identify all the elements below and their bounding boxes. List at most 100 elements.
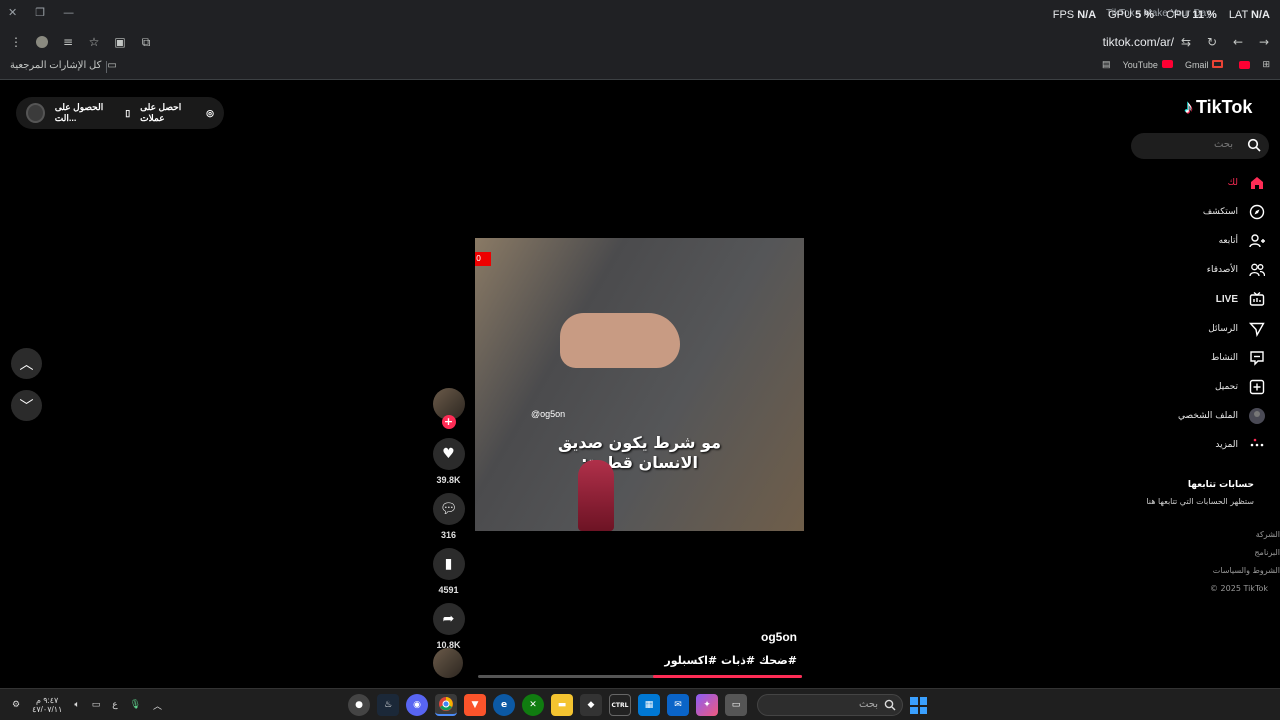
get-app-button[interactable]: الحصول على الت... ▯ [55,102,130,124]
video-username[interactable]: og5on [700,630,797,644]
comment-button[interactable]: 💬︎ [432,493,465,525]
save-button[interactable]: ▮ [432,548,465,580]
input-language[interactable]: ع [112,700,117,710]
sidebar-item-friends[interactable]: الأصدقاء [1126,256,1266,285]
display-icon[interactable]: ▭ [92,700,101,710]
site-settings-icon[interactable]: ⇆ [1178,34,1194,50]
bookmark-icon[interactable]: ▤ [1102,59,1111,70]
sidebar-item-foryou[interactable]: لك [1126,168,1266,197]
cpu-value: 11 % [1192,9,1217,21]
footer-terms-link[interactable]: الشروط والسياسات [1213,566,1280,575]
video-progress-bar[interactable] [478,675,802,678]
app-discord-icon[interactable]: ◉ [406,694,428,716]
sidebar-item-explore[interactable]: استكشف [1126,197,1266,226]
all-bookmarks[interactable]: كل الإشارات المرجعية ▭ [10,60,117,71]
app-ctrl-icon[interactable]: CTRL [609,694,631,716]
footer-program-link[interactable]: البرنامج [1254,548,1280,557]
share-button[interactable]: ➦ [432,603,465,635]
app-unity-icon[interactable]: ◆ [580,694,602,716]
next-video-button[interactable]: ﹀ [11,390,42,421]
video-progress-fill [652,675,802,678]
video-frame-vase [578,460,614,531]
microphone-icon[interactable]: 🎙︎ [130,700,141,710]
network-settings-icon[interactable]: ⚙ [12,700,20,710]
sidebar-item-following[interactable]: أتابعه [1126,226,1266,255]
search-icon[interactable] [1247,138,1261,152]
footer-company-link[interactable]: الشركة [1256,530,1280,539]
more-icon [1248,436,1266,454]
app-brave-icon[interactable]: ▼ [464,694,486,716]
video-caption: مو شرط يكون صديق الانسان قطوة: [475,433,804,473]
sidebar-item-live[interactable]: LIVE [1126,285,1266,314]
comment-count: 316 [440,530,457,540]
cpu-label: CPU [1166,9,1190,21]
creator-avatar[interactable]: + [432,388,465,429]
tiktok-logo-text: TikTok [1196,97,1253,117]
back-icon[interactable]: ← [1230,34,1246,50]
sidebar-item-label: النشاط [1210,352,1238,363]
bookmark-gmail[interactable]: Gmail [1185,59,1224,70]
user-avatar[interactable] [26,103,45,123]
video-player[interactable]: 0 @og5on مو شرط يكون صديق الانسان قطوة: [475,238,804,531]
reload-icon[interactable]: ↻ [1204,34,1220,50]
app-steam-icon[interactable]: ♨ [377,694,399,716]
video-hashtags[interactable]: #ضحك #ذبات #اكسبلور [640,654,797,667]
sidebar-item-activity[interactable]: النشاط [1126,343,1266,372]
restore-window-icon[interactable]: ❐ [35,6,45,19]
previous-video-button[interactable]: ︿ [11,348,42,379]
media-controls-icon[interactable]: ≡ [60,34,76,50]
screenshot-icon[interactable]: ⧉ [138,34,154,50]
address-bar[interactable]: tiktok.com/ar/ [1103,35,1174,49]
close-window-icon[interactable]: ✕ [8,6,17,19]
search-input[interactable]: بحث [1131,133,1269,159]
app-chrome-icon[interactable] [435,694,457,716]
follow-plus-icon[interactable]: + [441,415,456,429]
app-edge-icon[interactable]: e [493,694,515,716]
tiktok-page: الحصول على الت... ▯ احصل على عملات ◎ ︿ ﹀ 0… [0,81,1280,688]
app-copilot-icon[interactable]: ✦ [696,694,718,716]
sidebar-item-label: الرسائل [1208,323,1238,334]
taskbar-search-input[interactable]: بحث [757,694,903,716]
youtube-icon [1161,59,1173,68]
clock[interactable]: ٩:٤٧ م ٤٧/٠٧/١١ [32,696,62,714]
send-icon [1248,320,1266,338]
gmail-icon [1212,59,1224,68]
forward-icon[interactable]: → [1256,34,1272,50]
tiktok-logo[interactable]: ♪ TikTok [1184,97,1252,118]
bookmark-youtube-label: YouTube [1122,59,1158,70]
tray-expand-icon[interactable]: ︿ [153,699,162,712]
volume-icon[interactable]: 🔈︎ [74,700,79,710]
video-frame-hand [560,313,680,368]
tiktok-note-icon: ♪ [1184,97,1193,117]
sidebar-item-label: الأصدقاء [1206,265,1238,276]
apps-grid-icon[interactable]: ⊞ [1262,59,1270,70]
live-badge: 0 [475,252,491,266]
star-bookmark-icon[interactable]: ☆ [86,34,102,50]
sidebar-item-more[interactable]: المزيد [1126,431,1266,460]
get-coins-button[interactable]: احصل على عملات ◎ [140,102,214,124]
music-disc-avatar[interactable] [433,648,463,678]
app-task-view-icon[interactable]: ▭ [725,694,747,716]
caption-line-2: الانسان قطوة: [581,453,698,472]
windows-start-icon[interactable] [910,697,927,714]
bookmark-youtube[interactable]: YouTube [1122,59,1173,70]
menu-dots-icon[interactable]: ⋮ [8,34,24,50]
bookmarks-bar: كل الإشارات المرجعية ▭ ▤ YouTube Gmail ⊞ [0,54,1280,80]
youtube-bookmark-icon[interactable] [1239,60,1251,69]
sidebar-item-upload[interactable]: تحميل [1126,372,1266,401]
app-store-icon[interactable]: ▦ [638,694,660,716]
live-icon [1248,290,1266,308]
like-button[interactable]: ♥ [432,438,465,470]
folder-icon: ▭ [107,60,117,71]
sidebar-item-profile[interactable]: الملف الشخصي [1126,402,1266,431]
profile-avatar-icon[interactable] [34,34,50,50]
extensions-icon[interactable]: ▣ [112,34,128,50]
app-xbox-icon[interactable]: ✕ [522,694,544,716]
app-file-explorer-icon[interactable]: ▬ [551,694,573,716]
minimize-window-icon[interactable]: — [63,6,74,19]
chevron-down-icon: ﹀ [19,398,34,415]
app-outlook-icon[interactable]: ✉ [667,694,689,716]
profile-icon [1248,407,1266,425]
sidebar-item-messages[interactable]: الرسائل [1126,314,1266,343]
app-obs-icon[interactable]: ● [348,694,370,716]
